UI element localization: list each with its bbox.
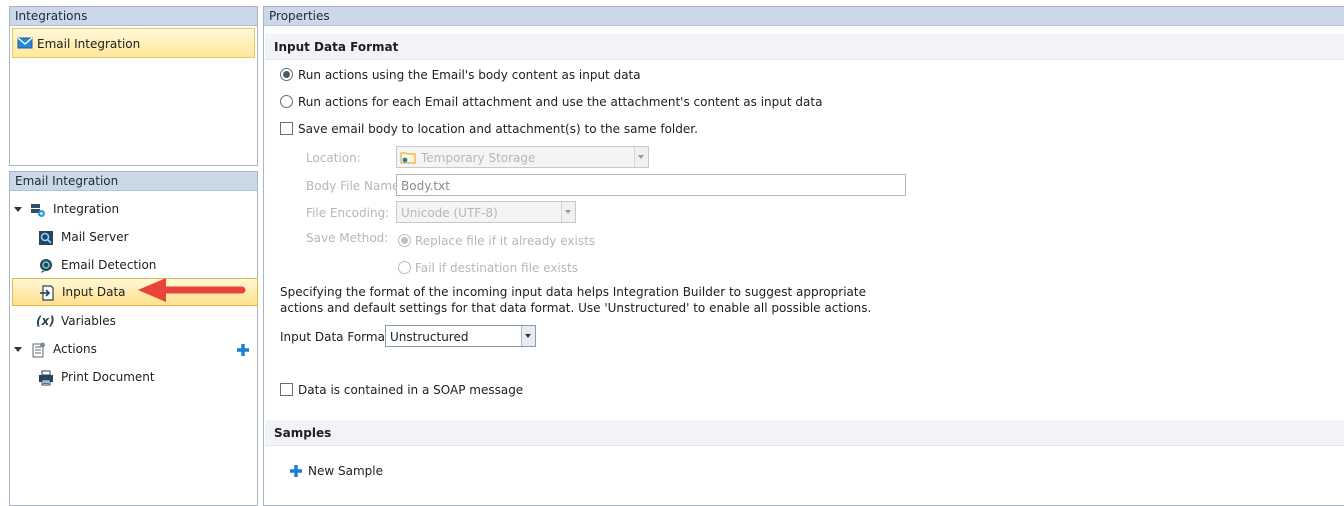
save-body-checkbox-label: Save email body to location and attachme…: [298, 122, 698, 136]
radio-replace-file[interactable]: [398, 234, 411, 247]
tree-item-print-document[interactable]: Print Document: [10, 364, 256, 390]
format-description-line1: Specifying the format of the incoming in…: [280, 285, 866, 299]
integration-item-label: Email Integration: [37, 37, 141, 51]
location-select[interactable]: Temporary Storage: [396, 146, 649, 168]
integrations-panel: Integrations Email Integration: [9, 6, 258, 166]
tree-item-label: Variables: [61, 314, 116, 328]
file-encoding-label: File Encoding:: [306, 206, 390, 220]
location-label: Location:: [306, 151, 361, 165]
save-body-checkbox[interactable]: [280, 122, 293, 135]
body-file-name-input[interactable]: Body.txt: [396, 174, 906, 196]
properties-panel-header: Properties: [264, 7, 1344, 26]
add-action-icon[interactable]: [235, 341, 251, 357]
location-select-value: Temporary Storage: [421, 151, 536, 165]
chevron-down-icon[interactable]: [561, 202, 575, 222]
tree-item-label: Actions: [53, 342, 97, 356]
radio-fail-if-exists-label: Fail if destination file exists: [415, 261, 578, 275]
storage-folder-icon: [400, 149, 416, 165]
tree-item-actions[interactable]: Actions: [10, 336, 256, 362]
variables-icon: (x): [36, 314, 55, 328]
envelope-icon: [17, 35, 33, 51]
body-file-name-value: Body.txt: [401, 179, 450, 193]
email-detection-icon: [38, 257, 54, 273]
soap-message-checkbox-label: Data is contained in a SOAP message: [298, 383, 524, 397]
chevron-down-icon[interactable]: [634, 147, 648, 167]
input-data-format-section-title: Input Data Format: [265, 34, 1344, 60]
expand-arrow-icon[interactable]: [14, 347, 22, 352]
integration-icon: [30, 201, 46, 217]
tree-panel-header: Email Integration: [10, 172, 257, 191]
radio-fail-if-exists[interactable]: [398, 261, 411, 274]
save-method-label: Save Method:: [306, 231, 389, 245]
new-sample-label: New Sample: [308, 464, 383, 478]
tree-item-label: Print Document: [61, 370, 155, 384]
input-data-format-value: Unstructured: [390, 330, 469, 344]
radio-body-content[interactable]: [280, 68, 293, 81]
body-file-name-label: Body File Name:: [306, 179, 404, 193]
input-data-format-select[interactable]: Unstructured: [385, 325, 536, 347]
file-encoding-select[interactable]: Unicode (UTF-8): [396, 201, 576, 223]
new-sample-button[interactable]: New Sample: [288, 462, 388, 480]
tree-item-variables[interactable]: (x) Variables: [10, 308, 256, 334]
expand-arrow-icon[interactable]: [14, 207, 22, 212]
format-description-line2: actions and default settings for that da…: [280, 301, 872, 315]
integration-item-email[interactable]: Email Integration: [12, 28, 255, 58]
annotation-arrow-icon: [138, 278, 246, 302]
samples-section-title: Samples: [265, 420, 1344, 446]
input-data-format-label: Input Data Format:: [280, 330, 394, 344]
printer-icon: [38, 369, 54, 386]
actions-icon: [30, 341, 46, 358]
tree-item-label: Integration: [53, 202, 120, 216]
tree-item-integration[interactable]: Integration: [10, 196, 256, 222]
chevron-down-icon[interactable]: [521, 326, 535, 346]
add-icon: [288, 463, 304, 479]
integrations-panel-header: Integrations: [10, 7, 257, 26]
radio-replace-file-label: Replace file if it already exists: [415, 234, 596, 248]
soap-message-checkbox[interactable]: [280, 383, 293, 396]
properties-panel: Properties Input Data Format Run actions…: [263, 6, 1344, 506]
tree-item-label: Input Data: [62, 285, 126, 299]
input-data-icon: [39, 284, 55, 301]
file-encoding-value: Unicode (UTF-8): [401, 206, 498, 220]
radio-body-content-label: Run actions using the Email's body conte…: [298, 68, 641, 82]
navigation-tree-panel: Email Integration Integration Mail Serve…: [9, 171, 258, 506]
tree-item-mail-server[interactable]: Mail Server: [10, 224, 256, 250]
mail-server-icon: [38, 229, 54, 245]
radio-attachment-content[interactable]: [280, 95, 293, 108]
tree-item-label: Mail Server: [61, 230, 129, 244]
radio-attachment-content-label: Run actions for each Email attachment an…: [298, 95, 823, 109]
